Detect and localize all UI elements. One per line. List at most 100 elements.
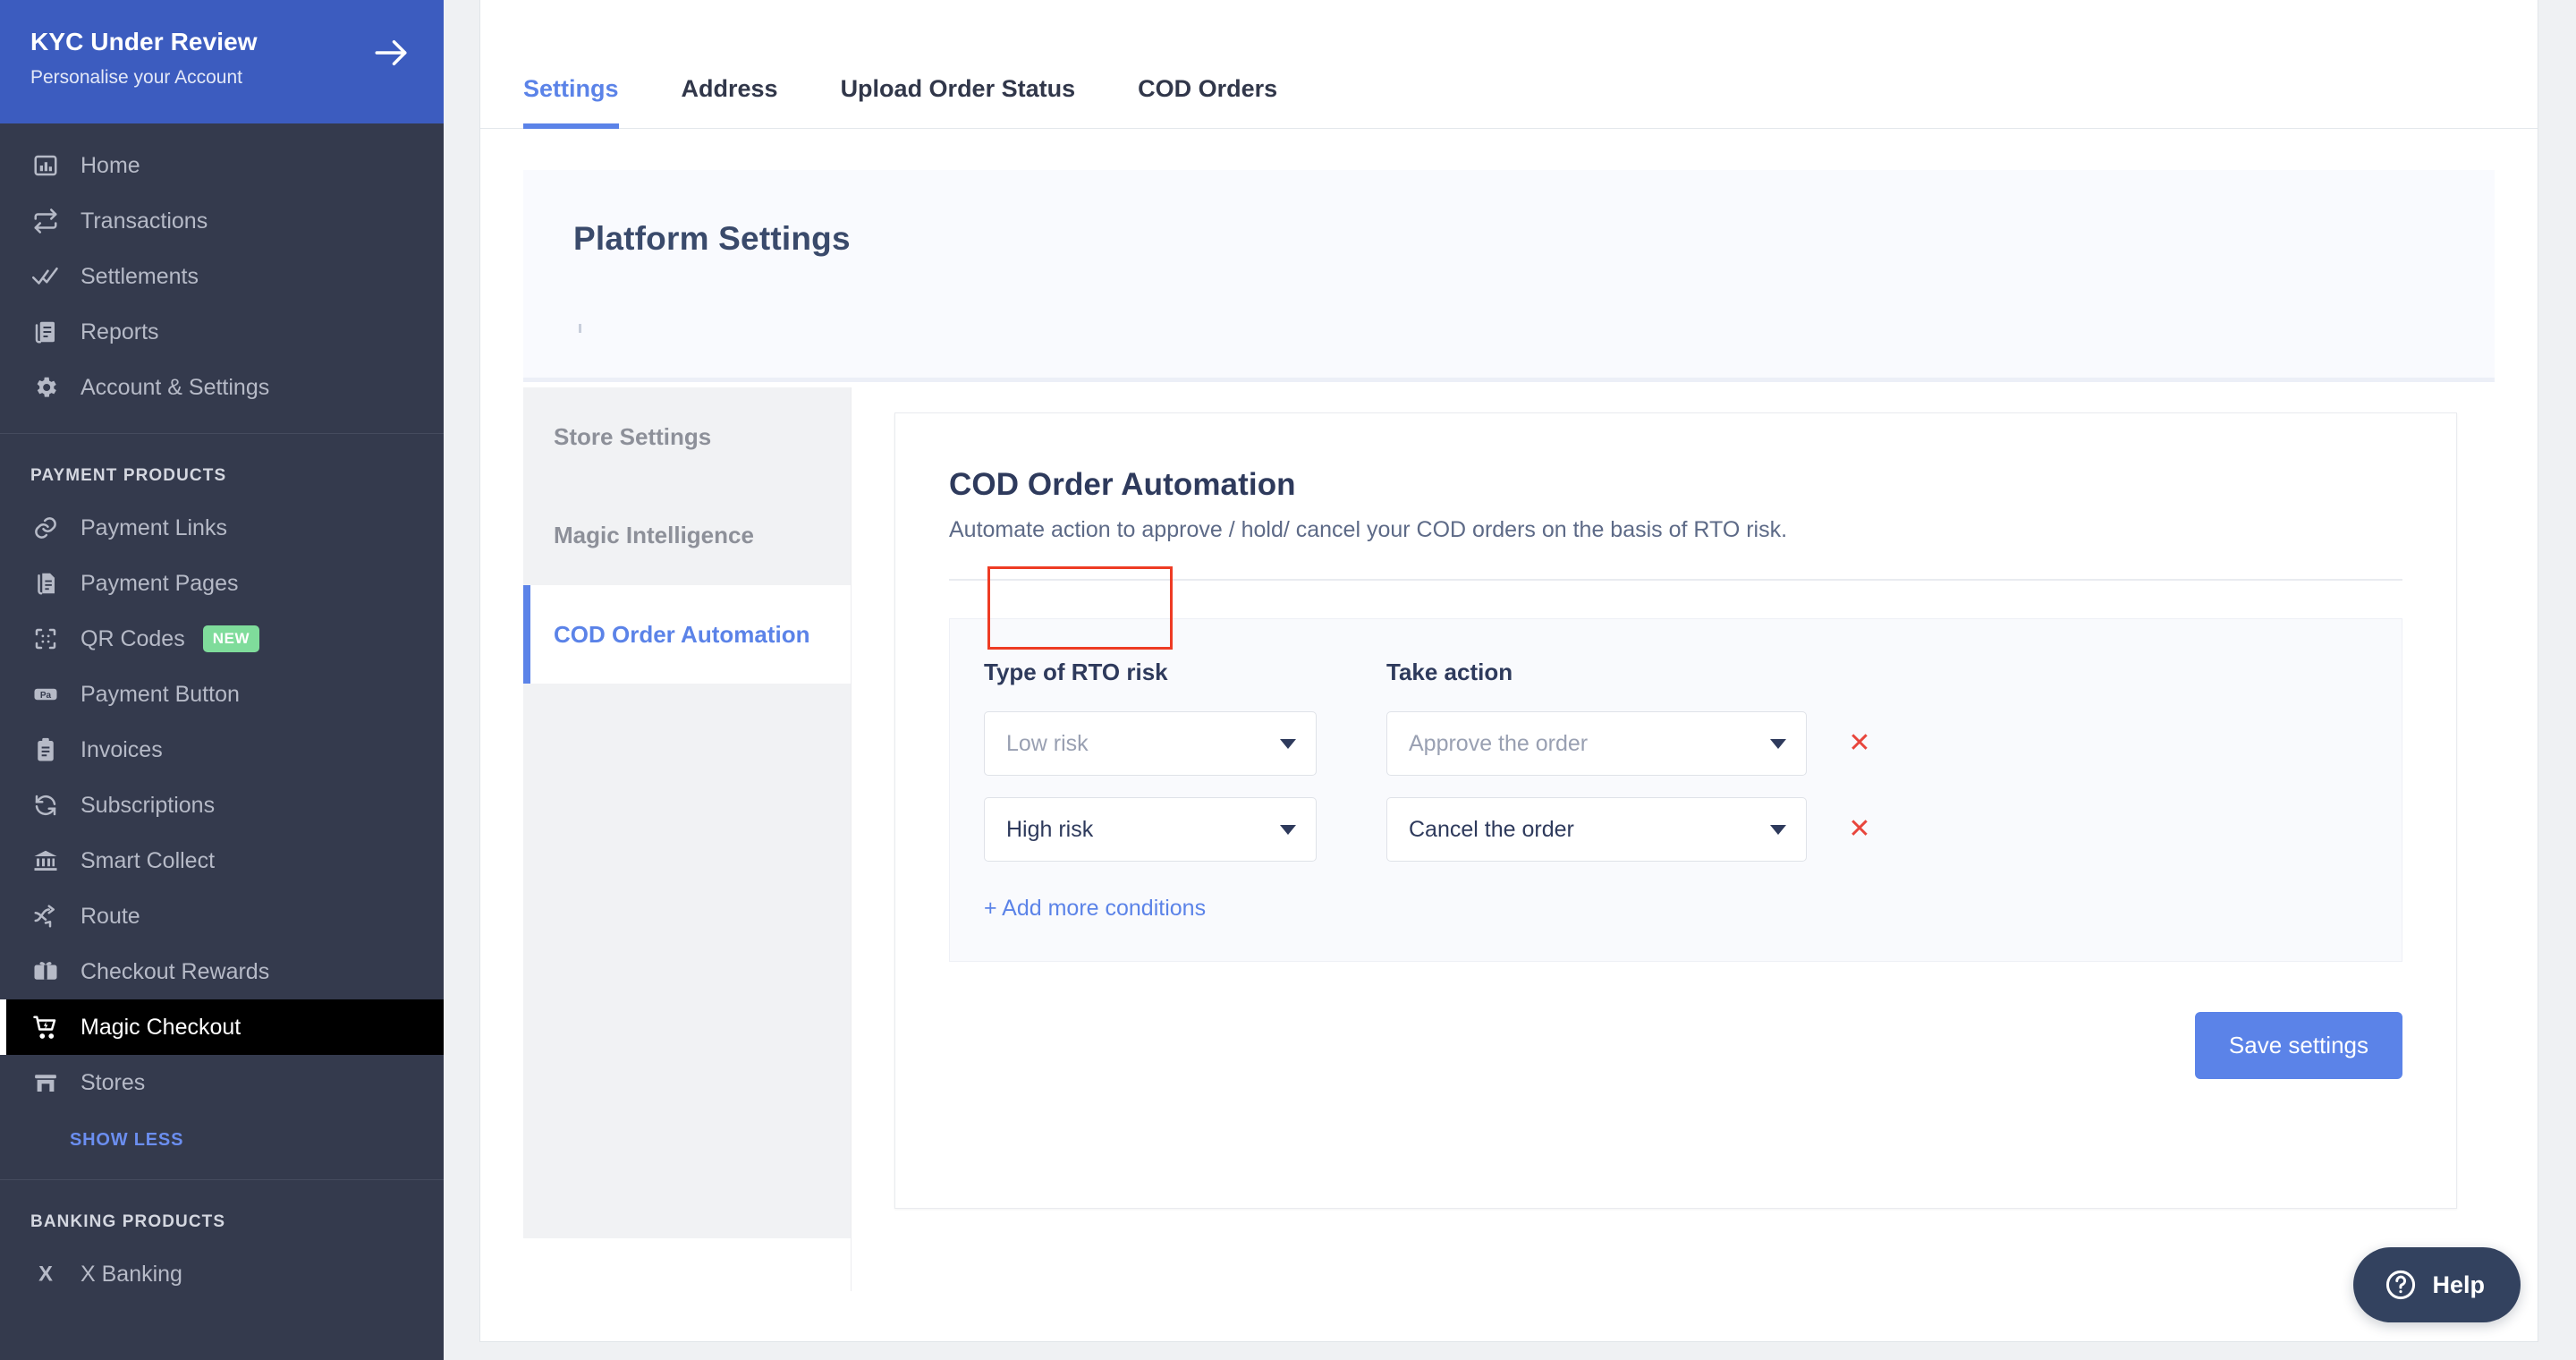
sidebar-item-label: Stores — [80, 1070, 145, 1096]
sidebar-payment-nav: Payment Links Payment Pages QR Codes NEW… — [0, 500, 444, 1110]
cod-order-automation-card: COD Order Automation Automate action to … — [894, 412, 2457, 1209]
platform-settings-header: Platform Settings — [523, 170, 2495, 378]
qr-code-icon — [30, 624, 61, 654]
double-check-icon — [30, 261, 61, 292]
rules-container: Type of RTO risk Take action Low risk — [949, 618, 2402, 962]
kyc-subtitle: Personalise your Account — [30, 66, 413, 89]
subnav-item-magic-intelligence[interactable]: Magic Intelligence — [523, 486, 851, 584]
sidebar-item-label: Payment Pages — [80, 571, 239, 597]
risk-select-row-2[interactable]: High risk — [984, 797, 1317, 862]
content-panel: Settings Address Upload Order Status COD… — [479, 0, 2538, 1342]
cod-card-subtitle: Automate action to approve / hold/ cance… — [949, 517, 2402, 543]
sidebar-item-transactions[interactable]: Transactions — [0, 193, 444, 249]
tab-address[interactable]: Address — [682, 75, 778, 128]
sidebar: KYC Under Review Personalise your Accoun… — [0, 0, 444, 1360]
sidebar-item-stores[interactable]: Stores — [0, 1055, 444, 1110]
save-row: Save settings — [949, 1012, 2402, 1079]
sidebar-item-label: Smart Collect — [80, 848, 215, 874]
sidebar-item-label: QR Codes — [80, 626, 185, 652]
save-settings-button[interactable]: Save settings — [2195, 1012, 2402, 1079]
chevron-down-icon — [1770, 739, 1786, 749]
gift-card-icon — [30, 956, 61, 987]
risk-select-value: Low risk — [1006, 731, 1089, 757]
sidebar-item-label: Magic Checkout — [80, 1015, 241, 1041]
sidebar-item-payment-pages[interactable]: Payment Pages — [0, 556, 444, 611]
arrow-right-icon[interactable] — [372, 34, 410, 72]
decorative-mark — [579, 324, 581, 333]
subnav-filler — [523, 684, 851, 1238]
link-icon — [30, 513, 61, 543]
sidebar-item-magic-checkout[interactable]: Magic Checkout — [0, 999, 444, 1055]
sidebar-item-label: Account & Settings — [80, 375, 269, 401]
subnav-item-cod-order-automation[interactable]: COD Order Automation — [523, 585, 851, 684]
page-icon — [30, 568, 61, 599]
payment-button-icon: Pa — [30, 679, 61, 710]
sidebar-item-label: Home — [80, 153, 140, 179]
help-button[interactable]: Help — [2353, 1247, 2521, 1322]
sidebar-item-label: X Banking — [80, 1262, 182, 1288]
settings-detail-pane: COD Order Automation Automate action to … — [851, 387, 2495, 1291]
sidebar-item-payment-links[interactable]: Payment Links — [0, 500, 444, 556]
sidebar-item-invoices[interactable]: Invoices — [0, 722, 444, 778]
shopping-cart-bolt-icon — [30, 1012, 61, 1042]
tab-bar: Settings Address Upload Order Status COD… — [480, 0, 2538, 129]
sidebar-item-payment-button[interactable]: Pa Payment Button — [0, 667, 444, 722]
show-less-button[interactable]: SHOW LESS — [0, 1110, 444, 1170]
sidebar-item-smart-collect[interactable]: Smart Collect — [0, 833, 444, 888]
settings-body: Store Settings Magic Intelligence COD Or… — [523, 387, 2495, 1291]
sidebar-item-label: Route — [80, 904, 140, 930]
sidebar-item-x-banking[interactable]: X X Banking — [0, 1246, 444, 1302]
close-x-icon[interactable]: ✕ — [1839, 730, 1880, 757]
close-x-icon[interactable]: ✕ — [1839, 816, 1880, 843]
subnav-list: Store Settings Magic Intelligence COD Or… — [523, 387, 851, 1238]
sidebar-item-checkout-rewards[interactable]: Checkout Rewards — [0, 944, 444, 999]
cod-card-divider — [949, 579, 2402, 581]
action-select-value: Approve the order — [1409, 731, 1588, 757]
document-lines-icon — [30, 317, 61, 347]
sidebar-item-qr-codes[interactable]: QR Codes NEW — [0, 611, 444, 667]
sidebar-item-label: Transactions — [80, 208, 208, 234]
kyc-banner[interactable]: KYC Under Review Personalise your Accoun… — [0, 0, 444, 123]
sidebar-item-account-settings[interactable]: Account & Settings — [0, 360, 444, 415]
risk-select-value: High risk — [1006, 817, 1093, 843]
sidebar-item-route[interactable]: Route — [0, 888, 444, 944]
subnav-item-store-settings[interactable]: Store Settings — [523, 387, 851, 486]
tab-settings[interactable]: Settings — [523, 75, 619, 128]
chevron-down-icon — [1280, 739, 1296, 749]
column-header-risk: Type of RTO risk — [984, 659, 1317, 686]
risk-select-row-1[interactable]: Low risk — [984, 711, 1317, 776]
sidebar-item-reports[interactable]: Reports — [0, 304, 444, 360]
add-more-conditions-button[interactable]: + Add more conditions — [984, 896, 1206, 922]
settings-subnav: Store Settings Magic Intelligence COD Or… — [523, 387, 851, 1291]
column-spacer — [1317, 659, 1386, 686]
svg-text:X: X — [38, 1262, 53, 1287]
tab-cod-orders[interactable]: COD Orders — [1138, 75, 1277, 128]
rules-header-row: Type of RTO risk Take action — [984, 659, 2362, 686]
action-select-row-1[interactable]: Approve the order — [1386, 711, 1807, 776]
action-select-row-2[interactable]: Cancel the order — [1386, 797, 1807, 862]
sidebar-item-subscriptions[interactable]: Subscriptions — [0, 778, 444, 833]
rule-row: Low risk Approve the order ✕ — [984, 711, 2362, 776]
page-title: Platform Settings — [573, 220, 2445, 258]
sidebar-heading-payment-products: PAYMENT PRODUCTS — [0, 434, 444, 500]
bank-icon — [30, 846, 61, 876]
sidebar-heading-banking-products: BANKING PRODUCTS — [0, 1180, 444, 1246]
refresh-cycle-icon — [30, 790, 61, 820]
gear-icon — [30, 372, 61, 403]
kyc-title: KYC Under Review — [30, 27, 413, 57]
column-header-action: Take action — [1386, 659, 1807, 686]
cod-card-title: COD Order Automation — [949, 467, 2402, 503]
sidebar-item-settlements[interactable]: Settlements — [0, 249, 444, 304]
rule-row: High risk Cancel the order ✕ — [984, 797, 2362, 862]
right-gutter — [2538, 0, 2576, 1360]
x-letter-icon: X — [30, 1259, 61, 1289]
swap-arrows-icon — [30, 206, 61, 236]
help-label: Help — [2432, 1271, 2485, 1299]
sidebar-item-label: Settlements — [80, 264, 199, 290]
tab-upload-order-status[interactable]: Upload Order Status — [841, 75, 1076, 128]
app-root: KYC Under Review Personalise your Accoun… — [0, 0, 2576, 1360]
sidebar-item-home[interactable]: Home — [0, 138, 444, 193]
sidebar-item-label: Subscriptions — [80, 793, 215, 819]
main-area: Settings Address Upload Order Status COD… — [444, 0, 2576, 1360]
sidebar-item-label: Checkout Rewards — [80, 959, 269, 985]
